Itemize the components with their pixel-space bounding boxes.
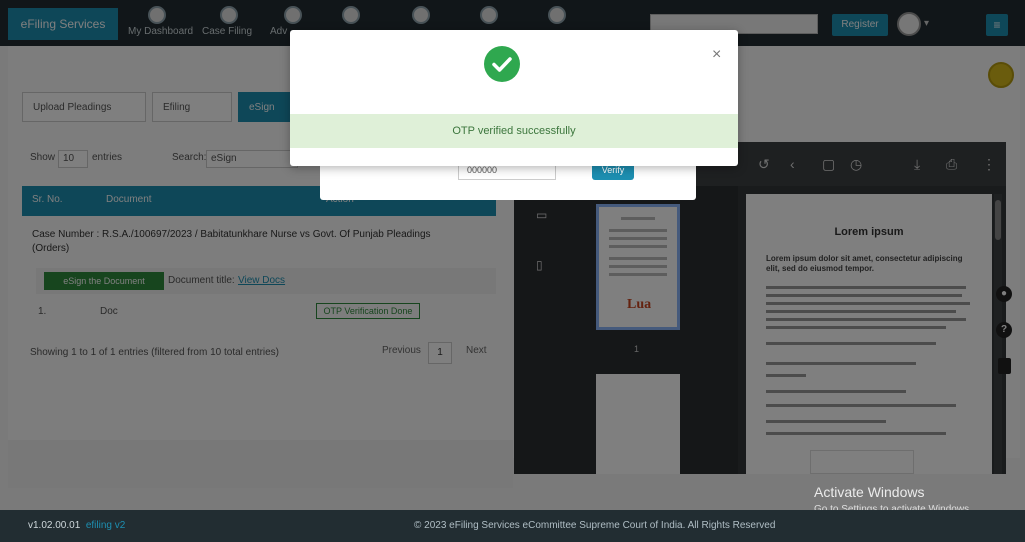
- close-icon[interactable]: ×: [712, 46, 721, 64]
- otp-success-alert: OTP verified successfully: [290, 114, 738, 148]
- footer-version: v1.02.00.01 efiling v2: [28, 520, 125, 531]
- footer-version-number: v1.02.00.01: [28, 520, 81, 531]
- page-footer: v1.02.00.01 efiling v2 © 2023 eFiling Se…: [0, 510, 1025, 542]
- otp-success-modal: × OTP verified successfully: [290, 30, 738, 166]
- footer-copyright: © 2023 eFiling Services eCommittee Supre…: [414, 520, 776, 531]
- activate-windows-title: Activate Windows: [814, 484, 925, 500]
- check-circle-icon: [484, 46, 520, 82]
- footer-build: efiling v2: [85, 520, 126, 531]
